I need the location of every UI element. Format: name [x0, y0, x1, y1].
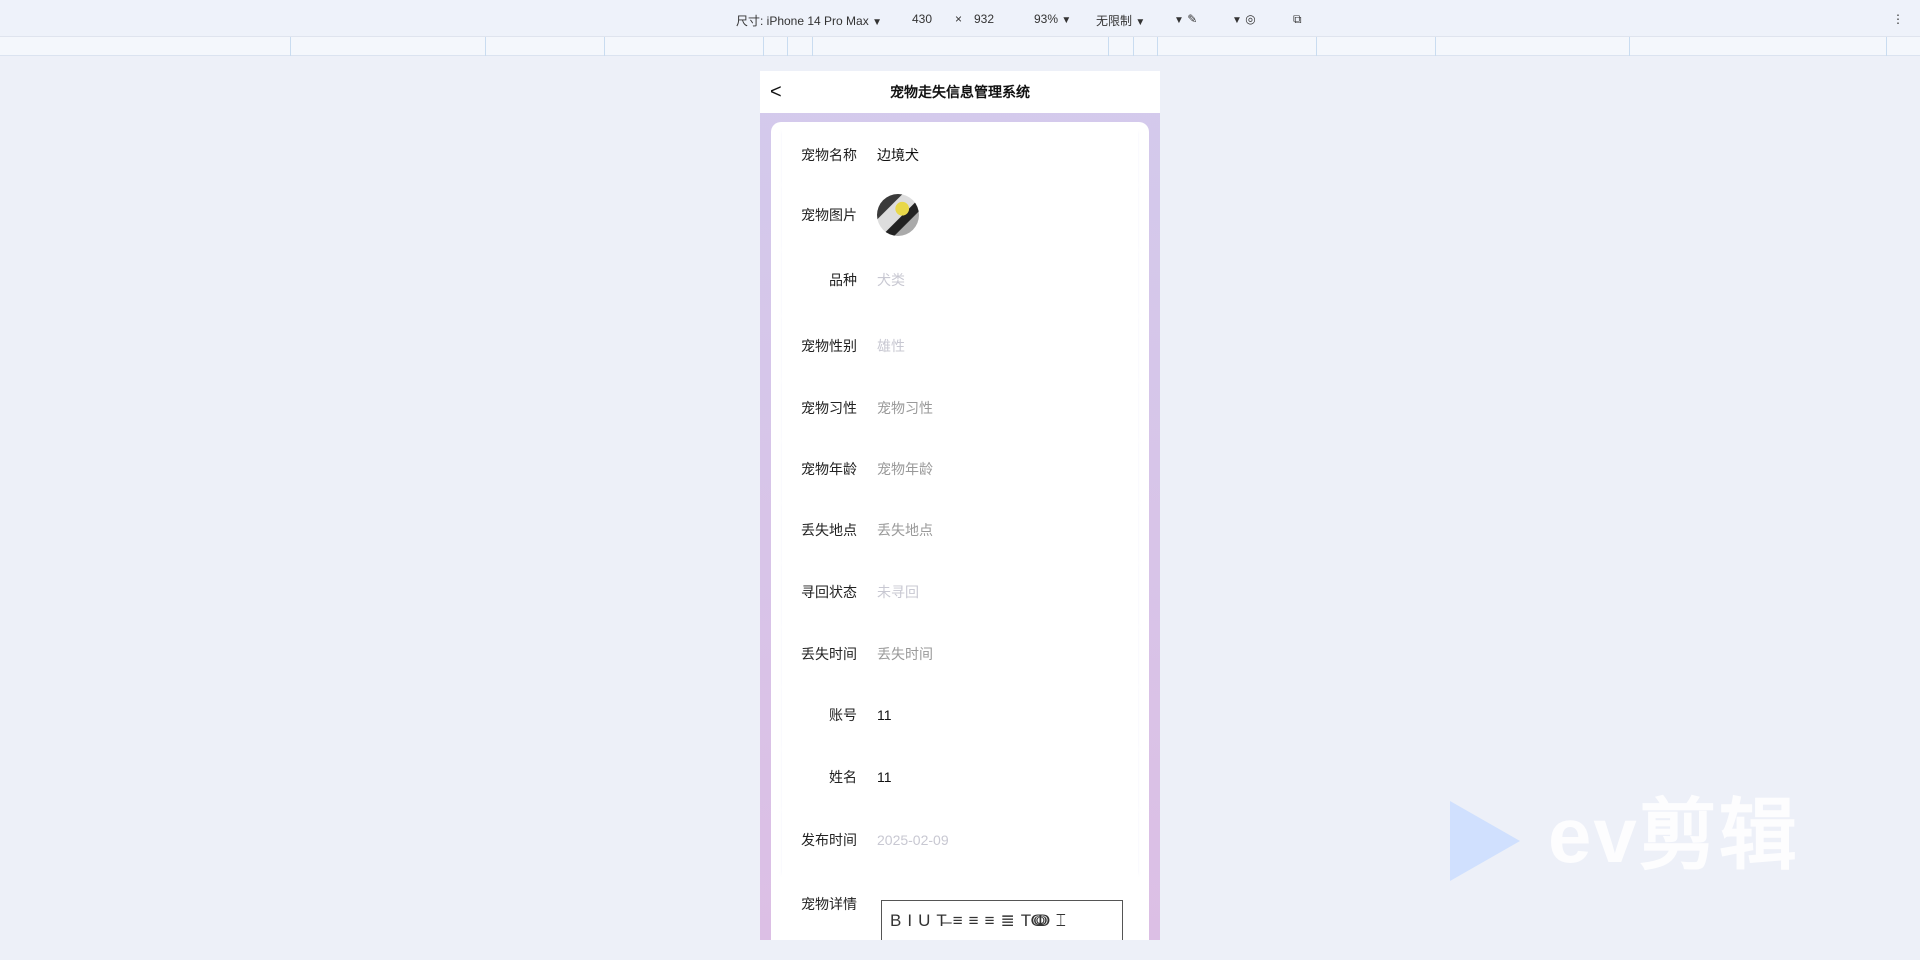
field-value[interactable]: 犬类: [877, 270, 905, 290]
dropdown-arrow-icon: ▼: [1135, 17, 1146, 28]
field-label: 姓名: [829, 768, 857, 785]
watermark-logo: ev剪辑: [1450, 790, 1799, 882]
eye-icon[interactable]: ▼ ◎: [1232, 12, 1256, 26]
editor-tool-button[interactable]: ≡: [969, 911, 979, 931]
field-label: 丢失时间: [801, 646, 857, 662]
form-row: 宠物性别 雄性: [782, 313, 1138, 378]
height-input[interactable]: 932: [974, 12, 994, 26]
form-row: 丢失地点 丢失地点: [782, 500, 1138, 560]
dropdown-arrow-icon: ▼: [872, 17, 882, 28]
editor-tool-button[interactable]: U: [918, 911, 930, 931]
field-label: 品种: [829, 272, 857, 288]
width-input[interactable]: 430: [912, 12, 932, 26]
field-label: 宠物性别: [801, 337, 857, 354]
field-value[interactable]: 宠物习性: [877, 398, 933, 418]
editor-tool-button[interactable]: T̶: [936, 911, 946, 931]
form-row: 寻回状态 未寻回: [782, 560, 1138, 624]
form-row: 宠物详情 B I U T̶ ≡ ≡ ≡ ≣ Tↈ ⌶: [782, 872, 1138, 940]
play-logo-icon: [1450, 801, 1520, 882]
editor-tool-button[interactable]: I: [907, 911, 912, 931]
form-row: 宠物习性 宠物习性: [782, 378, 1138, 438]
editor-tool-button[interactable]: ≡: [985, 911, 995, 931]
devtools-toolbar: 尺寸: iPhone 14 Pro Max ▼ 430 × 932 93% ▼ …: [0, 0, 1920, 37]
editor-tool-button[interactable]: Tↈ: [1021, 911, 1050, 931]
times-sign: ×: [955, 12, 963, 26]
field-label: 寻回状态: [801, 584, 857, 600]
watermark-text: ev剪辑: [1548, 791, 1799, 879]
editor-tool-button[interactable]: ⌶: [1056, 911, 1066, 931]
throttle-label: 无限制: [1096, 14, 1133, 28]
field-label: 账号: [829, 707, 857, 723]
field-value[interactable]: 丢失地点: [877, 520, 933, 540]
field-value[interactable]: 11: [877, 769, 892, 785]
app-header: < 宠物走失信息管理系统: [760, 71, 1160, 113]
field-value[interactable]: 宠物年龄: [877, 459, 933, 479]
form-row: 宠物图片: [782, 182, 1138, 247]
field-value[interactable]: 2025-02-09: [877, 832, 949, 848]
field-value[interactable]: 边境犬: [877, 145, 919, 165]
form-row: 宠物年龄 宠物年龄: [782, 438, 1138, 500]
field-label: 宠物年龄: [801, 461, 857, 477]
back-icon[interactable]: <: [770, 71, 782, 113]
field-value[interactable]: 丢失时间: [877, 644, 933, 664]
dropdown-arrow-icon: ▼: [1174, 15, 1184, 26]
phone-viewport: < 宠物走失信息管理系统 宠物名称 边境犬 宠物图片 品种 犬类 宠物性别 雄性 宠物习性 宠物…: [760, 71, 1160, 940]
field-label: 发布时间: [801, 831, 857, 848]
field-value[interactable]: 雄性: [877, 336, 905, 356]
page-title: 宠物走失信息管理系统: [890, 84, 1030, 100]
form-row: 账号 11: [782, 684, 1138, 746]
device-select[interactable]: 尺寸: iPhone 14 Pro Max ▼: [736, 12, 882, 29]
field-label: 宠物名称: [801, 147, 857, 163]
throttle-select[interactable]: 无限制 ▼: [1096, 12, 1145, 29]
detail-form: 宠物名称 边境犬宠物图片品种 犬类宠物性别 雄性宠物习性 宠物习性宠物年龄 宠物年龄丢失地…: [771, 122, 1149, 940]
zoom-label: 93%: [1034, 12, 1059, 26]
form-row: 姓名 11: [782, 746, 1138, 807]
editor-tool-button[interactable]: ≣: [1001, 911, 1015, 931]
rich-text-toolbar: B I U T̶ ≡ ≡ ≡ ≣ Tↈ ⌶: [881, 900, 1123, 940]
zoom-select[interactable]: 93% ▼: [1034, 12, 1071, 26]
form-row: 发布时间 2025-02-09: [782, 807, 1138, 872]
eyedropper-icon[interactable]: ▼ ✎: [1174, 12, 1197, 26]
media-query-ruler[interactable]: [0, 37, 1920, 56]
more-icon[interactable]: ⋮: [1892, 12, 1904, 26]
field-value[interactable]: 未寻回: [877, 582, 919, 602]
device-label: 尺寸: iPhone 14 Pro Max: [736, 14, 869, 28]
field-label: 宠物详情: [801, 896, 857, 912]
field-label: 宠物图片: [801, 206, 857, 223]
editor-tool-button[interactable]: B: [890, 911, 901, 931]
pet-photo[interactable]: [877, 193, 919, 236]
field-label: 宠物习性: [801, 400, 857, 416]
editor-tool-button[interactable]: ≡: [953, 911, 963, 931]
field-value[interactable]: 11: [877, 707, 892, 723]
dropdown-arrow-icon: ▼: [1061, 15, 1072, 26]
form-row: 品种 犬类: [782, 247, 1138, 313]
form-row: 丢失时间 丢失时间: [782, 624, 1138, 684]
dropdown-arrow-icon: ▼: [1232, 15, 1242, 26]
form-row: 宠物名称 边境犬: [782, 128, 1138, 182]
rotate-icon[interactable]: ⧉: [1293, 12, 1302, 27]
field-label: 丢失地点: [801, 522, 857, 538]
